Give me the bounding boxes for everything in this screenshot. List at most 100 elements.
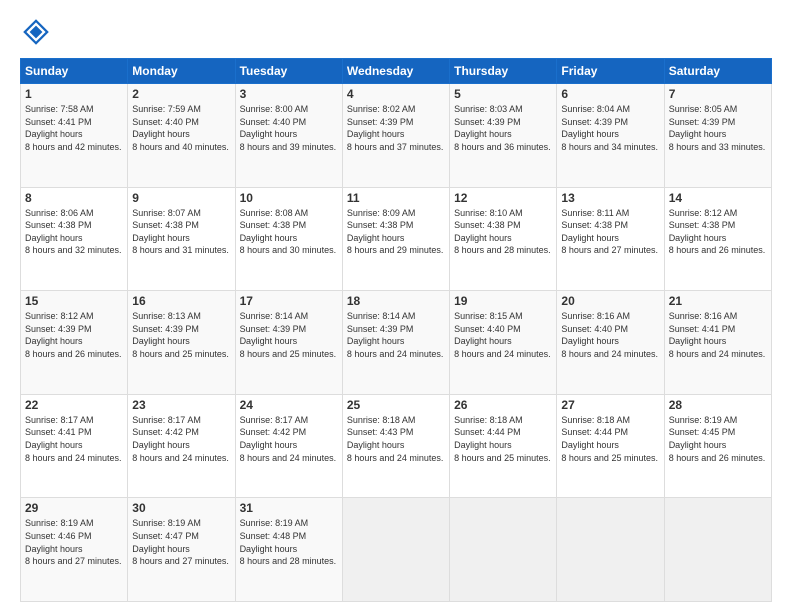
calendar-cell: 25 Sunrise: 8:18 AMSunset: 4:43 PMDayligh… bbox=[342, 394, 449, 498]
calendar-cell bbox=[557, 498, 664, 602]
day-info: Sunrise: 8:16 AMSunset: 4:40 PMDaylight … bbox=[561, 310, 659, 360]
calendar-cell: 26 Sunrise: 8:18 AMSunset: 4:44 PMDayligh… bbox=[450, 394, 557, 498]
day-number: 8 bbox=[25, 191, 123, 205]
calendar-cell: 3 Sunrise: 8:00 AMSunset: 4:40 PMDaylight… bbox=[235, 84, 342, 188]
calendar-cell: 9 Sunrise: 8:07 AMSunset: 4:38 PMDaylight… bbox=[128, 187, 235, 291]
day-number: 18 bbox=[347, 294, 445, 308]
day-info: Sunrise: 8:19 AMSunset: 4:48 PMDaylight … bbox=[240, 517, 338, 567]
day-number: 12 bbox=[454, 191, 552, 205]
calendar-header-row: SundayMondayTuesdayWednesdayThursdayFrid… bbox=[21, 59, 772, 84]
day-info: Sunrise: 8:12 AMSunset: 4:38 PMDaylight … bbox=[669, 207, 767, 257]
day-number: 1 bbox=[25, 87, 123, 101]
day-number: 31 bbox=[240, 501, 338, 515]
header bbox=[20, 16, 772, 48]
day-number: 6 bbox=[561, 87, 659, 101]
calendar-cell bbox=[342, 498, 449, 602]
calendar-cell: 1 Sunrise: 7:58 AMSunset: 4:41 PMDaylight… bbox=[21, 84, 128, 188]
calendar-cell: 8 Sunrise: 8:06 AMSunset: 4:38 PMDaylight… bbox=[21, 187, 128, 291]
calendar-cell: 28Sunrise: 8:19 AMSunset: 4:45 PMDayligh… bbox=[664, 394, 771, 498]
day-number: 29 bbox=[25, 501, 123, 515]
day-info: Sunrise: 8:16 AMSunset: 4:41 PMDaylight … bbox=[669, 310, 767, 360]
page: SundayMondayTuesdayWednesdayThursdayFrid… bbox=[0, 0, 792, 612]
day-info: Sunrise: 7:59 AMSunset: 4:40 PMDaylight … bbox=[132, 103, 230, 153]
day-number: 13 bbox=[561, 191, 659, 205]
day-number: 2 bbox=[132, 87, 230, 101]
calendar-cell: 29 Sunrise: 8:19 AMSunset: 4:46 PMDayligh… bbox=[21, 498, 128, 602]
calendar-cell: 15Sunrise: 8:12 AMSunset: 4:39 PMDayligh… bbox=[21, 291, 128, 395]
calendar-cell: 21 Sunrise: 8:16 AMSunset: 4:41 PMDayligh… bbox=[664, 291, 771, 395]
day-number: 5 bbox=[454, 87, 552, 101]
calendar-table: SundayMondayTuesdayWednesdayThursdayFrid… bbox=[20, 58, 772, 602]
day-info: Sunrise: 8:13 AMSunset: 4:39 PMDaylight … bbox=[132, 310, 230, 360]
calendar-cell: 22Sunrise: 8:17 AMSunset: 4:41 PMDayligh… bbox=[21, 394, 128, 498]
logo-icon bbox=[20, 16, 52, 48]
day-info: Sunrise: 8:17 AMSunset: 4:42 PMDaylight … bbox=[240, 414, 338, 464]
calendar-cell: 4 Sunrise: 8:02 AMSunset: 4:39 PMDaylight… bbox=[342, 84, 449, 188]
calendar-cell: 27 Sunrise: 8:18 AMSunset: 4:44 PMDayligh… bbox=[557, 394, 664, 498]
day-info: Sunrise: 8:18 AMSunset: 4:44 PMDaylight … bbox=[561, 414, 659, 464]
calendar-cell: 5 Sunrise: 8:03 AMSunset: 4:39 PMDaylight… bbox=[450, 84, 557, 188]
day-info: Sunrise: 8:06 AMSunset: 4:38 PMDaylight … bbox=[25, 207, 123, 257]
calendar-cell: 18 Sunrise: 8:14 AMSunset: 4:39 PMDayligh… bbox=[342, 291, 449, 395]
calendar-cell bbox=[664, 498, 771, 602]
day-info: Sunrise: 8:00 AMSunset: 4:40 PMDaylight … bbox=[240, 103, 338, 153]
calendar-cell: 20 Sunrise: 8:16 AMSunset: 4:40 PMDayligh… bbox=[557, 291, 664, 395]
day-number: 23 bbox=[132, 398, 230, 412]
calendar-cell: 6 Sunrise: 8:04 AMSunset: 4:39 PMDaylight… bbox=[557, 84, 664, 188]
day-number: 16 bbox=[132, 294, 230, 308]
day-info: Sunrise: 8:03 AMSunset: 4:39 PMDaylight … bbox=[454, 103, 552, 153]
day-info: Sunrise: 8:17 AMSunset: 4:42 PMDaylight … bbox=[132, 414, 230, 464]
day-number: 19 bbox=[454, 294, 552, 308]
day-info: Sunrise: 8:14 AMSunset: 4:39 PMDaylight … bbox=[240, 310, 338, 360]
day-info: Sunrise: 7:58 AMSunset: 4:41 PMDaylight … bbox=[25, 103, 123, 153]
day-info: Sunrise: 8:18 AMSunset: 4:43 PMDaylight … bbox=[347, 414, 445, 464]
day-number: 25 bbox=[347, 398, 445, 412]
day-number: 21 bbox=[669, 294, 767, 308]
day-info: Sunrise: 8:18 AMSunset: 4:44 PMDaylight … bbox=[454, 414, 552, 464]
day-info: Sunrise: 8:19 AMSunset: 4:47 PMDaylight … bbox=[132, 517, 230, 567]
day-number: 24 bbox=[240, 398, 338, 412]
day-number: 17 bbox=[240, 294, 338, 308]
calendar-cell: 30 Sunrise: 8:19 AMSunset: 4:47 PMDayligh… bbox=[128, 498, 235, 602]
weekday-header: Saturday bbox=[664, 59, 771, 84]
calendar-cell bbox=[450, 498, 557, 602]
day-info: Sunrise: 8:14 AMSunset: 4:39 PMDaylight … bbox=[347, 310, 445, 360]
day-info: Sunrise: 8:19 AMSunset: 4:46 PMDaylight … bbox=[25, 517, 123, 567]
day-info: Sunrise: 8:07 AMSunset: 4:38 PMDaylight … bbox=[132, 207, 230, 257]
weekday-header: Sunday bbox=[21, 59, 128, 84]
day-number: 11 bbox=[347, 191, 445, 205]
day-info: Sunrise: 8:04 AMSunset: 4:39 PMDaylight … bbox=[561, 103, 659, 153]
weekday-header: Monday bbox=[128, 59, 235, 84]
logo bbox=[20, 16, 56, 48]
day-info: Sunrise: 8:02 AMSunset: 4:39 PMDaylight … bbox=[347, 103, 445, 153]
day-info: Sunrise: 8:11 AMSunset: 4:38 PMDaylight … bbox=[561, 207, 659, 257]
day-number: 7 bbox=[669, 87, 767, 101]
weekday-header: Wednesday bbox=[342, 59, 449, 84]
day-number: 20 bbox=[561, 294, 659, 308]
calendar-week-row: 8 Sunrise: 8:06 AMSunset: 4:38 PMDaylight… bbox=[21, 187, 772, 291]
day-info: Sunrise: 8:09 AMSunset: 4:38 PMDaylight … bbox=[347, 207, 445, 257]
day-info: Sunrise: 8:17 AMSunset: 4:41 PMDaylight … bbox=[25, 414, 123, 464]
weekday-header: Friday bbox=[557, 59, 664, 84]
day-number: 30 bbox=[132, 501, 230, 515]
day-number: 27 bbox=[561, 398, 659, 412]
day-info: Sunrise: 8:12 AMSunset: 4:39 PMDaylight … bbox=[25, 310, 123, 360]
day-number: 4 bbox=[347, 87, 445, 101]
weekday-header: Thursday bbox=[450, 59, 557, 84]
calendar-cell: 23 Sunrise: 8:17 AMSunset: 4:42 PMDayligh… bbox=[128, 394, 235, 498]
calendar-week-row: 1 Sunrise: 7:58 AMSunset: 4:41 PMDaylight… bbox=[21, 84, 772, 188]
calendar-cell: 24 Sunrise: 8:17 AMSunset: 4:42 PMDayligh… bbox=[235, 394, 342, 498]
calendar-week-row: 22Sunrise: 8:17 AMSunset: 4:41 PMDayligh… bbox=[21, 394, 772, 498]
calendar-week-row: 15Sunrise: 8:12 AMSunset: 4:39 PMDayligh… bbox=[21, 291, 772, 395]
day-number: 3 bbox=[240, 87, 338, 101]
day-number: 26 bbox=[454, 398, 552, 412]
day-number: 9 bbox=[132, 191, 230, 205]
calendar-cell: 11 Sunrise: 8:09 AMSunset: 4:38 PMDayligh… bbox=[342, 187, 449, 291]
day-info: Sunrise: 8:10 AMSunset: 4:38 PMDaylight … bbox=[454, 207, 552, 257]
day-info: Sunrise: 8:05 AMSunset: 4:39 PMDaylight … bbox=[669, 103, 767, 153]
day-number: 10 bbox=[240, 191, 338, 205]
calendar-cell: 12 Sunrise: 8:10 AMSunset: 4:38 PMDayligh… bbox=[450, 187, 557, 291]
calendar-cell: 2 Sunrise: 7:59 AMSunset: 4:40 PMDaylight… bbox=[128, 84, 235, 188]
calendar-cell: 19Sunrise: 8:15 AMSunset: 4:40 PMDayligh… bbox=[450, 291, 557, 395]
day-info: Sunrise: 8:08 AMSunset: 4:38 PMDaylight … bbox=[240, 207, 338, 257]
